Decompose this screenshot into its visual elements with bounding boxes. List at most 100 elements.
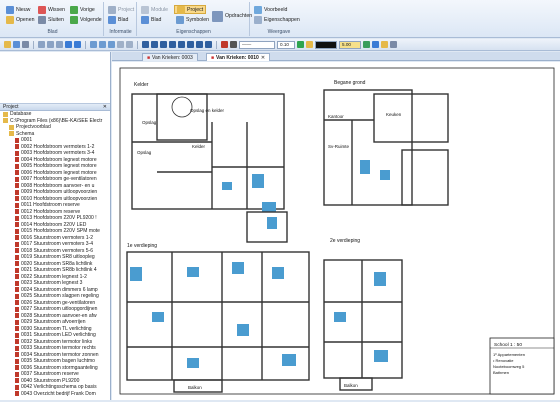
- room-label-opslag-en-kelder: Opslag en kelder: [190, 108, 225, 113]
- sheet-icon: [15, 293, 19, 299]
- settings-icon[interactable]: [390, 41, 397, 48]
- print-icon[interactable]: [22, 41, 29, 48]
- redo-icon[interactable]: [74, 41, 81, 48]
- panel-toolbar-area: [0, 52, 110, 104]
- pen-icon[interactable]: [230, 41, 237, 48]
- sheet-icon: [15, 163, 19, 169]
- line-style-select[interactable]: ——: [239, 40, 275, 49]
- dimension-tool-icon[interactable]: [205, 41, 212, 48]
- sheet-icon: [15, 254, 19, 260]
- tree-item[interactable]: 0043 Overzicht bedrijf Frank Dom: [0, 391, 110, 398]
- toolbar-separator: [33, 40, 34, 49]
- sheet-properties-button[interactable]: Blad: [141, 15, 161, 24]
- arc-tool-icon[interactable]: [169, 41, 176, 48]
- delete-button[interactable]: Wissen: [38, 5, 65, 14]
- sheet-icon: [15, 248, 19, 254]
- line-width-input[interactable]: 0.10: [277, 40, 295, 49]
- symbols-icon: [176, 15, 184, 24]
- paste-icon[interactable]: [56, 41, 63, 48]
- sheet-icon: [15, 313, 19, 319]
- sheet-icon: [15, 326, 19, 332]
- sheet-icon: [15, 196, 19, 202]
- project-panel-header: Project ✕: [0, 104, 110, 111]
- close-button[interactable]: Sluiten: [38, 15, 64, 24]
- snap-icon[interactable]: [126, 41, 133, 48]
- sheet-icon: [15, 339, 19, 345]
- symbols-button[interactable]: Symbolen: [176, 15, 209, 24]
- zoom-in-icon[interactable]: [90, 41, 97, 48]
- highlight-icon[interactable]: [381, 41, 388, 48]
- room-label-opslag: Opslag: [142, 120, 157, 125]
- info-icon[interactable]: [372, 41, 379, 48]
- toolbar-separator: [137, 40, 138, 49]
- undo-icon[interactable]: [65, 41, 72, 48]
- title-line-1: 1º Appartementen: [493, 352, 525, 357]
- rectangle-tool-icon[interactable]: [151, 41, 158, 48]
- room-label-opslag-2: Opslag: [137, 150, 152, 155]
- layer-icon[interactable]: [306, 41, 313, 48]
- properties-icon: [254, 15, 262, 24]
- sheet-icon: [15, 170, 19, 176]
- label-kelder: Kelder: [134, 82, 149, 88]
- sheet-icon: [15, 287, 19, 293]
- measure-icon[interactable]: [363, 41, 370, 48]
- preview-button[interactable]: Voorbeeld: [254, 5, 287, 14]
- sheet-icon: [141, 15, 149, 24]
- drawing-canvas[interactable]: Kelder Opslag Opslag en kelder Opslag Ke…: [112, 62, 560, 400]
- wire-tool-icon[interactable]: [196, 41, 203, 48]
- folder-icon: [3, 118, 8, 124]
- commands-button[interactable]: Opdrachten: [212, 10, 252, 22]
- group-weergave: Voorbeeld Eigenschappen Weergave: [251, 2, 307, 36]
- room-label-keuken: Keuken: [386, 112, 402, 117]
- grid-icon[interactable]: [117, 41, 124, 48]
- sheet-icon: [15, 371, 19, 377]
- folder-icon[interactable]: [4, 41, 11, 48]
- sheet-icon: [15, 137, 19, 143]
- commands-icon: [212, 10, 223, 22]
- fill-color-icon[interactable]: [297, 41, 304, 48]
- previous-button[interactable]: Vorige: [70, 5, 95, 14]
- info-sheet-button[interactable]: Blad: [108, 15, 128, 24]
- group-label-informatie: Informatie: [109, 29, 132, 35]
- room-label-balkon-1: Balkon: [188, 385, 202, 390]
- project-tree[interactable]: Database C:\Program Files (x86)\BE-KA\SEE…: [0, 111, 110, 397]
- project-panel: Project ✕ Database C:\Program Files (x86)…: [0, 52, 111, 400]
- tab-sheet-0003[interactable]: ■ Van Krieken: 0003: [142, 53, 198, 61]
- info-project-button[interactable]: Project: [108, 5, 134, 14]
- sheet-icon: [15, 391, 19, 397]
- cut-icon[interactable]: [38, 41, 45, 48]
- zoom-fit-icon[interactable]: [108, 41, 115, 48]
- preview-icon: [254, 5, 262, 14]
- title-line-3: Nooteboomweg 5: [493, 364, 525, 369]
- circle-tool-icon[interactable]: [160, 41, 167, 48]
- close-icon[interactable]: ✕: [261, 55, 265, 61]
- new-button[interactable]: Nieuw: [6, 5, 30, 14]
- module-button[interactable]: Module: [141, 5, 168, 14]
- sheet-icon: [15, 280, 19, 286]
- sheet-icon: [15, 352, 19, 358]
- group-eigenschappen: Module Blad Project Symbolen Opdrachten …: [138, 2, 252, 36]
- copy-icon[interactable]: [47, 41, 54, 48]
- project-properties-button[interactable]: Project: [174, 5, 207, 14]
- sheet-info-icon: [108, 15, 116, 24]
- sheet-icon: [15, 384, 19, 390]
- project-panel-title: Project: [3, 104, 19, 110]
- zoom-out-icon[interactable]: [99, 41, 106, 48]
- symbol-tool-icon[interactable]: [187, 41, 194, 48]
- drawing-toolbar: —— 0.10 5.00: [0, 39, 560, 51]
- line-tool-icon[interactable]: [142, 41, 149, 48]
- sheet-icon: [15, 235, 19, 241]
- tab-sheet-0010[interactable]: ■ Van Krieken: 0010 ✕: [206, 53, 271, 61]
- text-tool-icon[interactable]: [178, 41, 185, 48]
- floor-plan-drawing[interactable]: Kelder Opslag Opslag en kelder Opslag Ke…: [112, 62, 560, 400]
- zoom-input[interactable]: 5.00: [339, 40, 361, 49]
- save-icon[interactable]: [13, 41, 20, 48]
- close-icon[interactable]: ✕: [103, 104, 107, 110]
- title-line-4: Bathmen: [493, 370, 509, 375]
- color-swatch[interactable]: [315, 40, 337, 49]
- view-properties-button[interactable]: Eigenschappen: [254, 15, 300, 24]
- plan-2e-verdieping: [323, 259, 403, 391]
- open-button[interactable]: Openen: [6, 15, 34, 24]
- next-button[interactable]: Volgende: [70, 15, 102, 24]
- color-red-icon[interactable]: [221, 41, 228, 48]
